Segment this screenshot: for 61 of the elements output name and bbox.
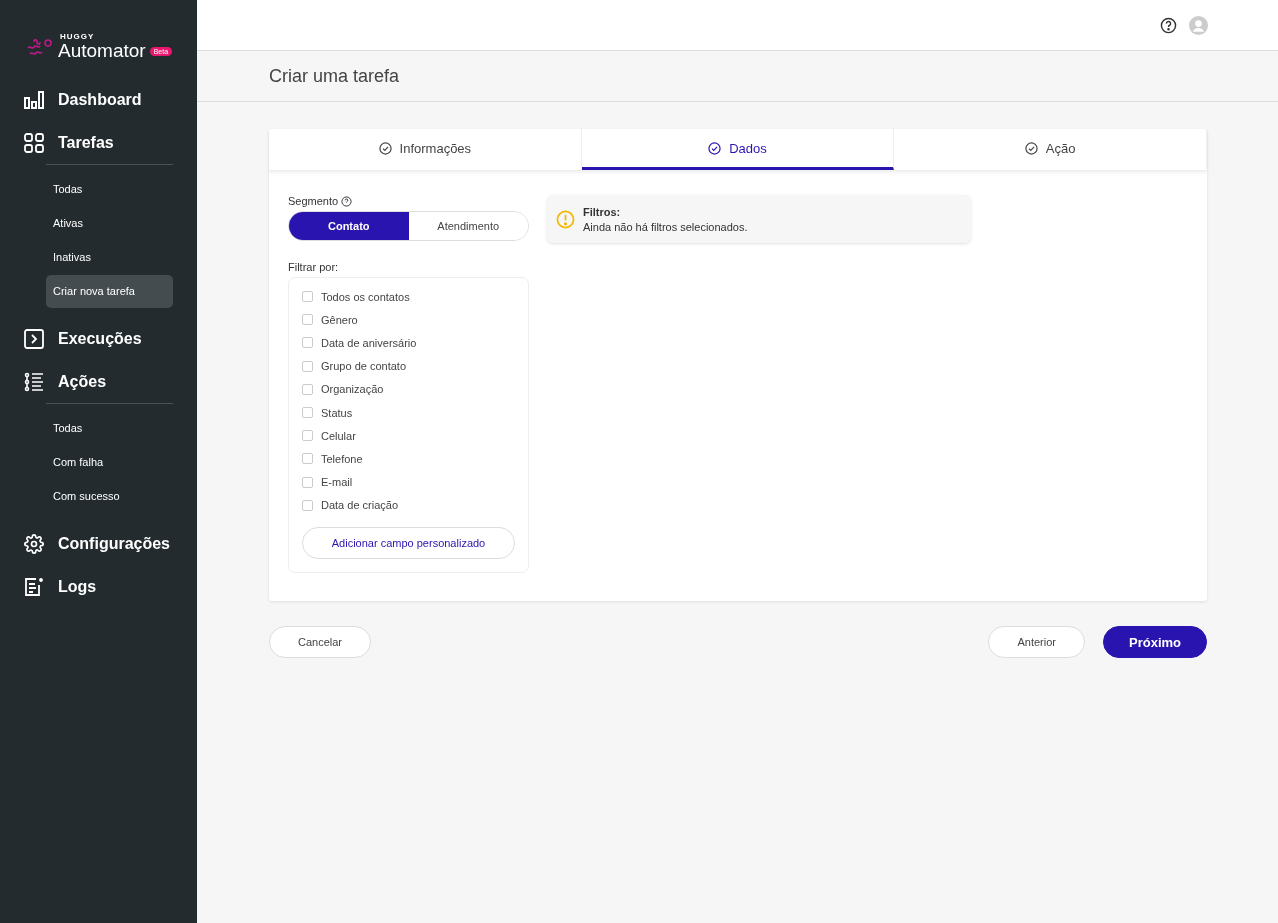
sidebar-subitem[interactable]: Todas [46,173,173,206]
sidebar-item[interactable]: Logs [0,565,197,608]
sidebar-subitem[interactable]: Inativas [46,241,173,274]
checkbox-label: E-mail [321,476,353,489]
check-circle-icon [708,141,722,155]
list-icon [24,371,44,392]
add-field-button[interactable]: Adicionar campo personalizado [302,526,515,559]
sidebar-subitem[interactable]: Criar nova tarefa [46,275,173,308]
check-circle-icon [1024,141,1038,155]
settings-icon [24,533,44,554]
bar-chart-icon [24,89,44,110]
next-button[interactable]: Próximo [1103,626,1207,658]
checkbox-label: Organização [321,383,384,396]
tab[interactable]: Ação [894,129,1207,170]
checkbox-label: Todos os contatos [321,290,410,303]
warning-icon [556,209,575,229]
segment-label: Segmento [288,195,339,207]
checkbox[interactable] [302,499,313,511]
help-icon[interactable] [1160,16,1177,34]
sidebar-subitem[interactable]: Com falha [46,446,173,479]
checkbox[interactable] [302,453,313,465]
document-icon [24,576,44,597]
alert-title: Filtros: [583,205,622,218]
segment-option[interactable]: Contato [289,212,409,240]
filter-label: Filtrar por: [288,261,339,273]
sidebar-item[interactable]: Configurações [0,522,197,565]
checkbox[interactable] [302,430,313,442]
checkbox-label: Grupo de contato [321,360,406,373]
page-title: Criar uma tarefa [197,51,1278,102]
help-icon[interactable] [341,195,353,207]
sidebar-item[interactable]: Dashboard [0,78,197,121]
checkbox[interactable] [302,337,313,349]
sidebar-item[interactable]: Ações [0,360,197,403]
sidebar-subitem[interactable]: Ativas [46,207,173,240]
checkbox-label: Data de aniversário [321,336,417,349]
checkbox[interactable] [302,383,313,395]
checkbox[interactable] [302,476,313,488]
sidebar-subitem[interactable]: Todas [46,412,173,445]
grid-icon [24,132,44,153]
tab[interactable]: Dados [581,129,895,170]
logo-text: Automator [58,41,146,60]
tab[interactable]: Informações [269,129,582,170]
checkbox-label: Celular [321,429,356,442]
checkbox-label: Gênero [321,313,358,326]
checkbox-label: Telefone [321,452,363,465]
logo-brand: HUGGY [60,33,96,41]
check-circle-icon [378,141,392,155]
checkbox[interactable] [302,314,313,326]
checkbox[interactable] [302,291,313,303]
alert-text: Ainda não há filtros selecionados. [583,220,748,233]
checkbox[interactable] [302,360,313,372]
sidebar-subitem[interactable]: Com sucesso [46,480,173,513]
checkbox-label: Status [321,406,353,419]
sidebar-item[interactable]: Execuções [0,317,197,360]
sidebar-item[interactable]: Tarefas [0,121,197,164]
terminal-icon [24,328,44,349]
checkbox-label: Data de criação [321,499,399,512]
avatar-icon[interactable] [1189,15,1208,35]
checkbox[interactable] [302,407,313,419]
cancel-button[interactable]: Cancelar [269,626,372,658]
previous-button[interactable]: Anterior [988,626,1085,658]
